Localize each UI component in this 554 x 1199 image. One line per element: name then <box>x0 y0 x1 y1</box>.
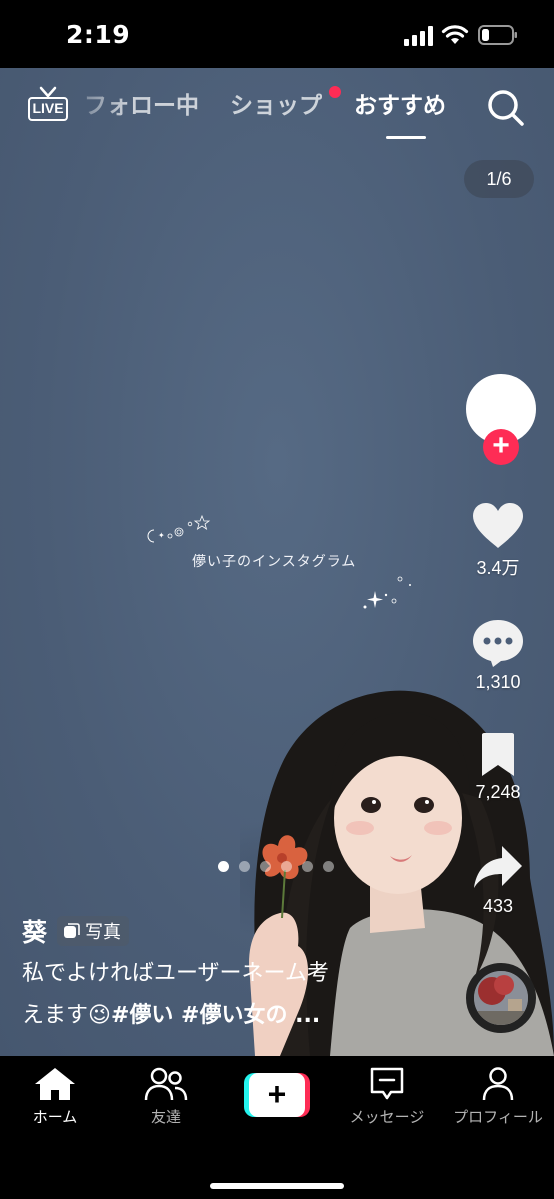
follow-button[interactable]: + <box>483 429 519 465</box>
cellular-signal-icon <box>404 26 433 46</box>
plus-icon: + <box>249 1073 305 1117</box>
tab-recommended[interactable]: おすすめ <box>354 88 446 139</box>
notification-dot <box>329 86 341 98</box>
bookmark-icon <box>482 733 514 776</box>
carousel-dot[interactable] <box>281 861 292 872</box>
tab-shop-label: ショップ <box>230 93 322 119</box>
description-line-2: えます😉#儚い #儚い女の ... <box>22 995 422 1037</box>
image-caption: 儚い子のインスタグラム <box>192 554 357 570</box>
carousel-dots[interactable] <box>218 861 334 872</box>
post-media[interactable]: ✦ 儚い子のインスタグラム LIVE フォロー中 ショップ おすすめ 1/6 +… <box>0 68 554 1056</box>
carousel-dot[interactable] <box>323 861 334 872</box>
search-icon[interactable] <box>486 88 526 128</box>
share-button[interactable]: 433 <box>458 844 538 917</box>
nav-messages-label: メッセージ <box>349 1108 425 1126</box>
description-line-2-text: えます😉 <box>22 1003 111 1028</box>
nav-profile-label: プロフィール <box>453 1108 543 1126</box>
decorative-stars: ✦ <box>147 514 211 543</box>
nav-messages[interactable]: メッセージ <box>332 1066 442 1127</box>
svg-text:✦: ✦ <box>158 531 165 540</box>
create-button[interactable]: + <box>244 1073 310 1117</box>
comment-button[interactable]: 1,310 <box>458 618 538 693</box>
heart-icon <box>473 503 523 548</box>
wifi-icon <box>441 25 469 44</box>
like-count: 3.4万 <box>476 558 520 578</box>
status-time: 2:19 <box>66 20 131 49</box>
top-nav-tabs: フォロー中 ショップ おすすめ <box>84 86 446 139</box>
photo-page-counter: 1/6 <box>464 160 534 198</box>
nav-friends[interactable]: 友達 <box>111 1066 221 1127</box>
active-tab-indicator <box>386 136 426 139</box>
home-indicator <box>210 1183 344 1189</box>
music-disc[interactable] <box>466 963 536 1033</box>
share-arrow-icon <box>474 846 522 888</box>
creator-avatar-group: + <box>466 374 536 465</box>
description-line-1: 私でよければユーザーネーム考 <box>22 961 329 986</box>
photo-badge: 写真 <box>57 916 130 946</box>
like-button[interactable]: 3.4万 <box>458 502 538 580</box>
comment-count: 1,310 <box>475 672 521 692</box>
carousel-dot[interactable] <box>260 861 271 872</box>
carousel-dot[interactable] <box>239 861 250 872</box>
bookmark-count: 7,248 <box>475 782 521 802</box>
carousel-dot[interactable] <box>218 861 229 872</box>
nav-home-label: ホーム <box>32 1108 78 1126</box>
live-button[interactable]: LIVE <box>26 84 70 128</box>
carousel-dot[interactable] <box>302 861 313 872</box>
decorative-sparkles <box>363 576 411 609</box>
hashtags[interactable]: #儚い #儚い女の ... <box>111 1003 320 1028</box>
nav-friends-label: 友達 <box>150 1108 181 1126</box>
friends-icon <box>144 1067 188 1101</box>
profile-icon <box>482 1067 514 1101</box>
photo-stack-icon <box>64 923 80 938</box>
bottom-nav: ホーム 友達 + メッセージ プロフィール <box>0 1056 554 1199</box>
nav-profile[interactable]: プロフィール <box>443 1066 553 1127</box>
photo-badge-label: 写真 <box>85 922 122 943</box>
sound-cover-image <box>474 971 528 1025</box>
author-row: 葵 写真 <box>22 913 130 949</box>
post-description[interactable]: 私でよければユーザーネーム考 えます😉#儚い #儚い女の ... <box>22 953 422 1037</box>
comment-icon <box>473 620 523 667</box>
share-count: 433 <box>482 896 514 916</box>
nav-home[interactable]: ホーム <box>0 1066 110 1127</box>
tab-recommended-label: おすすめ <box>354 93 446 119</box>
inbox-icon <box>370 1067 404 1100</box>
tab-shop[interactable]: ショップ <box>230 86 354 124</box>
tab-following[interactable]: フォロー中 <box>84 88 230 124</box>
home-icon <box>35 1068 75 1100</box>
bookmark-button[interactable]: 7,248 <box>458 732 538 803</box>
author-name[interactable]: 葵 <box>22 913 47 949</box>
status-bar: 2:19 <box>0 0 554 68</box>
battery-icon <box>478 25 517 45</box>
live-label: LIVE <box>28 97 68 121</box>
